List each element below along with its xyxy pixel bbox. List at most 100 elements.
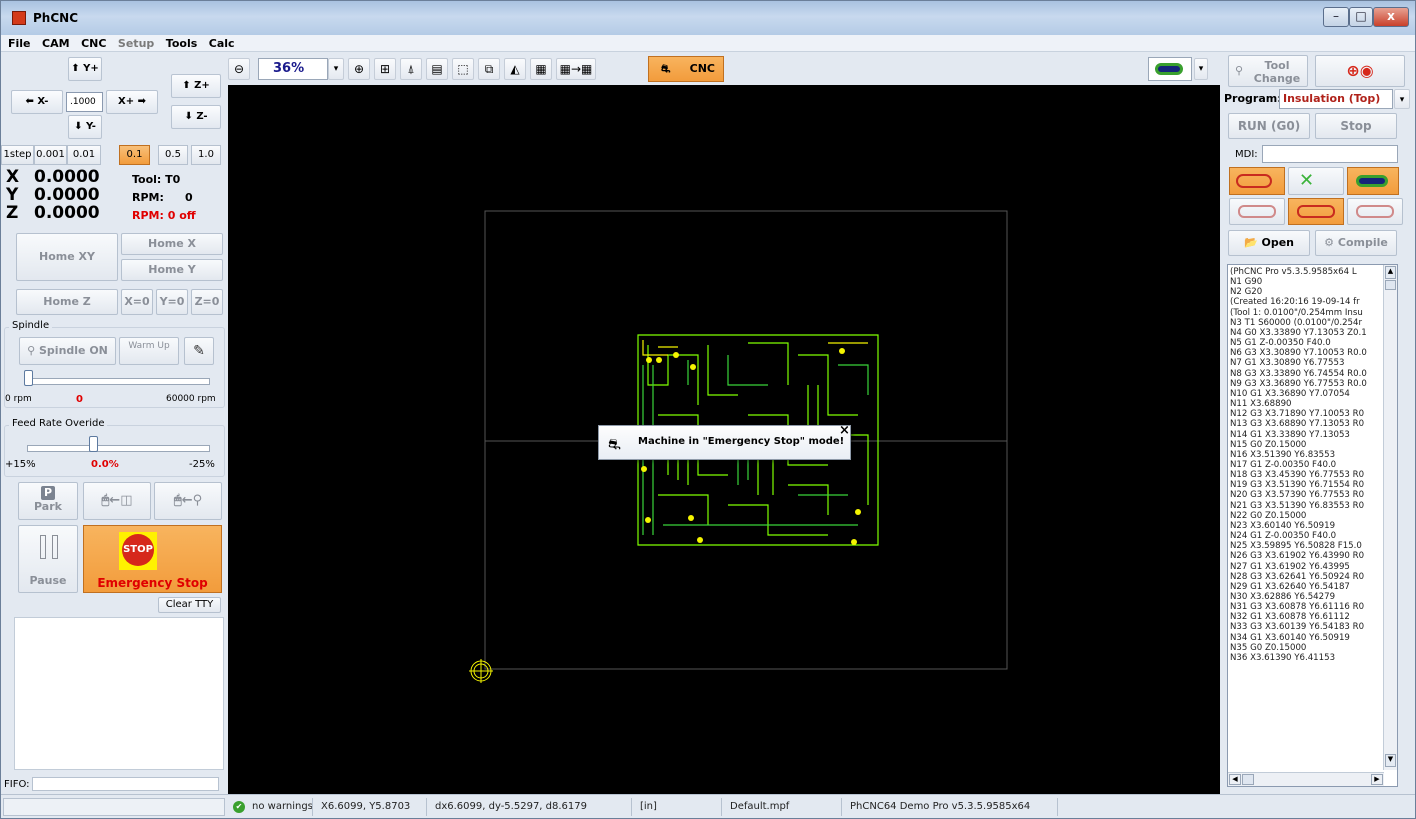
step-1step-button[interactable]: 1step (1, 145, 34, 165)
emergency-notification: ⛐ Machine in "Emergency Stop" mode! × (598, 423, 851, 460)
home-y-button[interactable]: Home Y (121, 259, 223, 281)
stop-button[interactable]: Stop (1315, 113, 1397, 139)
open-button[interactable]: 📂 Open (1228, 230, 1310, 256)
arrow-down-icon: ⬇ (74, 121, 83, 132)
menu-calc[interactable]: Calc (205, 35, 239, 52)
cutout-mode-button[interactable] (1347, 198, 1403, 225)
scroll-thumb[interactable] (1385, 280, 1396, 290)
park-button[interactable]: P Park (18, 482, 78, 520)
mouse-jog-button[interactable]: 🖱←◫ (83, 482, 151, 520)
view-toggle-button[interactable]: ⊕◉ (1315, 55, 1405, 87)
home-xy-button[interactable]: Home XY (16, 233, 118, 281)
mdi-input[interactable] (1262, 145, 1398, 163)
select-icon[interactable]: ⬚ (452, 58, 474, 80)
spindle-slider-track[interactable] (27, 378, 210, 385)
feed-slider-track[interactable] (27, 445, 210, 452)
close-button[interactable]: x (1373, 7, 1409, 27)
insulation-icon (1236, 174, 1272, 188)
dro-z-label: Z (6, 203, 19, 223)
cnc-button[interactable]: ⛐ CNC (648, 56, 724, 82)
jog-step-input[interactable]: .1000 (66, 92, 103, 112)
menu-setup[interactable]: Setup (114, 35, 158, 52)
menu-tools[interactable]: Tools (162, 35, 201, 52)
gcode-line: N14 G1 X3.33890 Y7.13053 (1230, 429, 1350, 440)
gcode-listing[interactable]: (PhCNC Pro v5.3.5.9585x64 L N1 G90 N2 G20(… (1227, 264, 1398, 787)
menu-file[interactable]: File (4, 35, 35, 52)
gcode-line: N13 G3 X3.68890 Y7.13053 R0 (1230, 419, 1365, 430)
program-select[interactable]: Insulation (Top) (1279, 89, 1393, 109)
cnc-label: CNC (689, 62, 715, 75)
gcode-line: N10 G1 X3.36890 Y7.07054 (1230, 388, 1350, 399)
zoom-dropdown-icon[interactable]: ▾ (328, 58, 344, 80)
pad (839, 348, 845, 354)
mirror-icon[interactable]: ◭ (504, 58, 526, 80)
park-label: Park (34, 500, 62, 513)
board-icon[interactable]: ▦ (530, 58, 552, 80)
board-convert-icon[interactable]: ▦→▦ (556, 58, 596, 80)
jog-x-plus-button[interactable]: X+ ➡ (106, 90, 158, 114)
pad (641, 466, 647, 472)
layers-icon[interactable]: ▤ (426, 58, 448, 80)
step-001-button[interactable]: 0.01 (67, 145, 101, 165)
zero-z-button[interactable]: Z=0 (191, 289, 223, 315)
jog-z-plus-button[interactable]: ⬆ Z+ (171, 74, 221, 98)
home-x-button[interactable]: Home X (121, 233, 223, 255)
pause-button[interactable]: Pause (18, 525, 78, 593)
view-mode-dropdown-icon[interactable]: ▾ (1194, 58, 1208, 80)
jog-y-minus-button[interactable]: ⬇ Y- (68, 115, 102, 139)
gcode-hscrollbar[interactable]: ◀ ▶ (1228, 772, 1384, 786)
step-05-button[interactable]: 0.5 (158, 145, 188, 165)
gcode-vscrollbar[interactable]: ▲ ▼ (1383, 265, 1397, 770)
jog-y-plus-button[interactable]: ⬆ Y+ (68, 57, 102, 81)
dro-y-value: 0.0000 (34, 185, 100, 205)
gcode-line: N17 G1 Z-0.00350 F40.0 (1230, 459, 1337, 470)
spindle-on-button[interactable]: ⚲ Spindle ON (19, 337, 116, 365)
menu-cam[interactable]: CAM (38, 35, 74, 52)
zoom-out-icon[interactable]: ⊖ (228, 58, 250, 80)
maximize-button[interactable]: □ (1349, 7, 1373, 27)
window-icon[interactable]: ⧉ (478, 58, 500, 80)
rpm-value: 0 (185, 191, 193, 204)
program-dropdown-icon[interactable]: ▾ (1394, 89, 1410, 109)
zero-y-button[interactable]: Y=0 (156, 289, 188, 315)
board-mode-button[interactable] (1347, 167, 1399, 195)
warm-up-button[interactable]: Warm Up (119, 337, 179, 365)
scroll-down-icon[interactable]: ▼ (1385, 754, 1396, 767)
zoom-select[interactable]: 36% (258, 58, 328, 80)
compile-button[interactable]: ⚙ Compile (1315, 230, 1397, 256)
scroll-up-icon[interactable]: ▲ (1385, 266, 1396, 279)
step-10-button[interactable]: 1.0 (191, 145, 221, 165)
folder-icon: 📂 (1243, 236, 1258, 249)
hscroll-thumb[interactable] (1242, 774, 1254, 785)
emergency-stop-button[interactable]: STOP Emergency Stop (83, 525, 222, 593)
measure-icon[interactable]: ⍋ (400, 58, 422, 80)
home-z-button[interactable]: Home Z (16, 289, 118, 315)
clear-tty-button[interactable]: Clear TTY (158, 597, 221, 613)
minimize-button[interactable]: – (1323, 7, 1349, 27)
scroll-left-icon[interactable]: ◀ (1229, 774, 1241, 785)
clear-mode-button[interactable]: ✕ (1288, 167, 1344, 195)
jog-z-minus-button[interactable]: ⬇ Z- (171, 105, 221, 129)
insulation-mode-button[interactable] (1229, 167, 1285, 195)
step-0001-button[interactable]: 0.001 (34, 145, 67, 165)
spindle-slider-thumb[interactable] (24, 370, 33, 386)
run-button[interactable]: RUN (G0) (1228, 113, 1310, 139)
step-01-button[interactable]: 0.1 (119, 145, 150, 165)
board-view-icon (1155, 63, 1183, 75)
zoom-fit-icon[interactable]: ⊞ (374, 58, 396, 80)
tool-change-button[interactable]: ⚲ Tool Change (1228, 55, 1308, 87)
jog-x-minus-button[interactable]: ⬅ X- (11, 90, 63, 114)
menu-cnc[interactable]: CNC (77, 35, 110, 52)
zoom-in-icon[interactable]: ⊕ (348, 58, 370, 80)
outline-mode-button[interactable] (1229, 198, 1285, 225)
drill-icon (1297, 205, 1335, 218)
zero-x-button[interactable]: X=0 (121, 289, 153, 315)
gcode-line: N36 X3.61390 Y6.41153 (1230, 652, 1336, 663)
feed-slider-thumb[interactable] (89, 436, 98, 452)
view-mode-select[interactable] (1148, 57, 1192, 81)
notification-close-icon[interactable]: × (839, 423, 850, 438)
scroll-right-icon[interactable]: ▶ (1371, 774, 1383, 785)
tool-probe-button[interactable]: ✎ (184, 337, 214, 365)
mouse-tool-button[interactable]: 🖱←⚲ (154, 482, 222, 520)
drill-mode-button[interactable] (1288, 198, 1344, 225)
